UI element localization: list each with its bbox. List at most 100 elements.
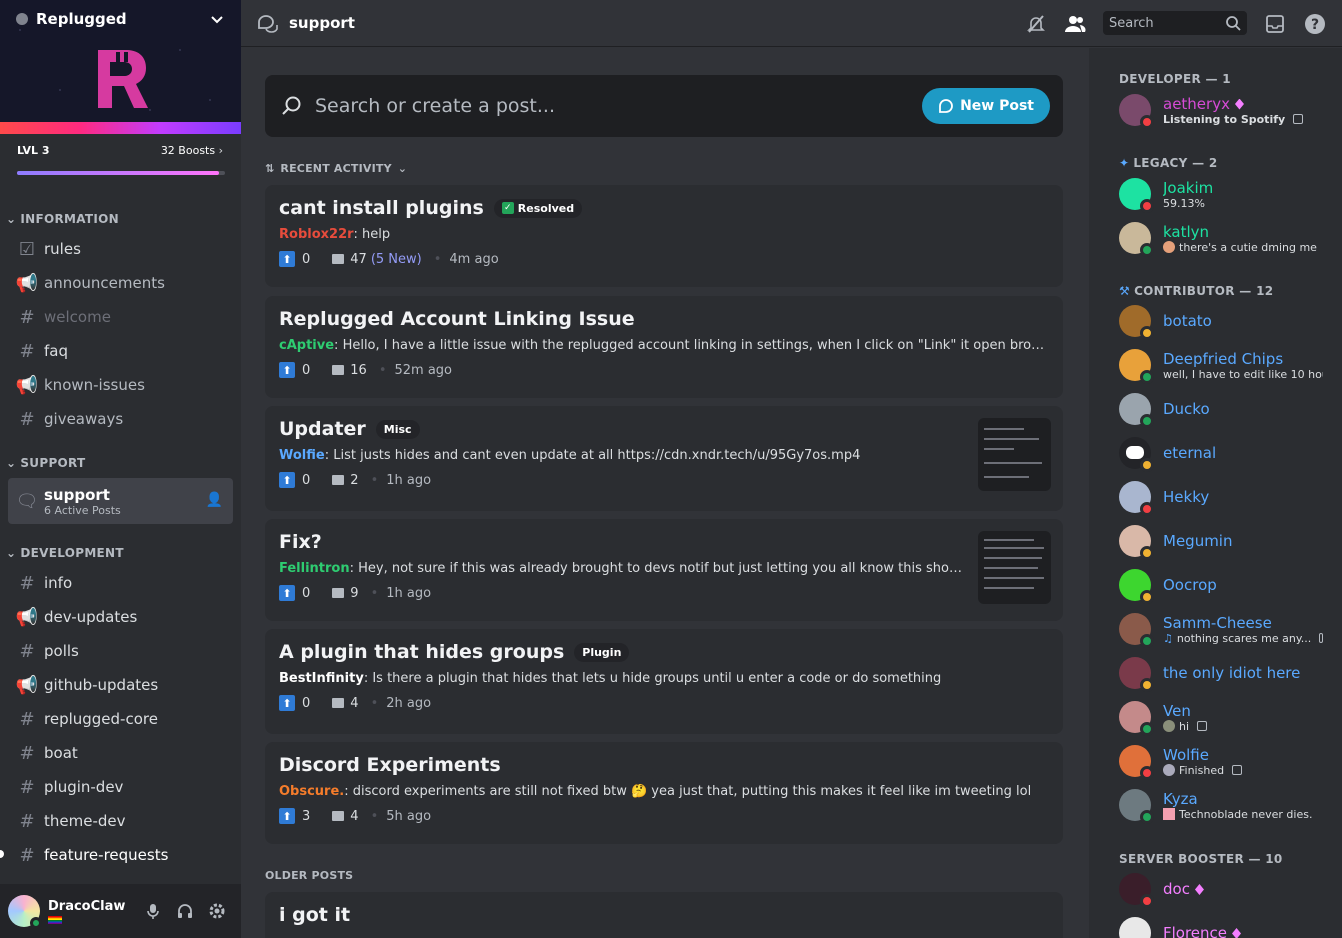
channel-plugin-dev[interactable]: # plugin-dev <box>8 771 233 803</box>
channel-welcome[interactable]: # welcome <box>8 301 233 333</box>
new-post-button[interactable]: New Post <box>922 88 1050 124</box>
member-name: eternal <box>1163 444 1217 462</box>
channel-replugged-core[interactable]: # replugged-core <box>8 703 233 735</box>
member-item[interactable]: Ven hi <box>1119 697 1329 737</box>
channel-label: plugin-dev <box>44 778 124 796</box>
member-item[interactable]: aetheryx Listening to Spotify <box>1119 90 1329 130</box>
boost-count: 32 Boosts <box>160 144 216 157</box>
upvote-icon[interactable]: ⬆ <box>279 251 295 267</box>
status-dnd-icon <box>1140 766 1154 780</box>
category-support[interactable]: ⌄ SUPPORT <box>6 456 86 470</box>
channel-dev-updates[interactable]: 📢 dev-updates <box>8 601 233 633</box>
emoji-icon <box>1163 808 1175 820</box>
forum-post[interactable]: Updater Misc Wolfie: List justs hides an… <box>265 406 1063 511</box>
help-icon[interactable]: ? <box>1303 12 1327 36</box>
post-author[interactable]: BestInfinity <box>279 671 364 686</box>
forum-post[interactable]: Fix? Fellintron: Hey, not sure if this w… <box>265 519 1063 621</box>
category-information[interactable]: ⌄ INFORMATION <box>6 212 119 226</box>
activity-icon <box>1319 633 1323 643</box>
avatar <box>1119 873 1154 908</box>
group-label: LEGACY — 2 <box>1133 156 1218 170</box>
forum-post[interactable]: cant install plugins ✓ Resolved Roblox22r… <box>265 185 1063 287</box>
forum-icon: 🗨 <box>15 490 39 512</box>
upvote-icon[interactable]: ⬆ <box>279 472 295 488</box>
member-status: nothing scares me any... <box>1176 631 1312 645</box>
megaphone-icon: 📢 <box>15 374 39 396</box>
post-author[interactable]: Fellintron <box>279 561 350 576</box>
channel-faq[interactable]: # faq <box>8 335 233 367</box>
upvote-count: 0 <box>302 585 311 601</box>
channel-rules[interactable]: ☑ rules <box>8 233 233 265</box>
comment-count: 2 <box>350 472 359 488</box>
inbox-icon[interactable] <box>1263 12 1287 36</box>
search-post-placeholder: Search or create a post... <box>315 95 555 117</box>
upvote-icon[interactable]: ⬆ <box>279 585 295 601</box>
user-avatar[interactable] <box>8 895 42 929</box>
member-item[interactable]: eternal <box>1119 433 1329 473</box>
post-author[interactable]: cAptive <box>279 338 334 353</box>
upvote-icon[interactable]: ⬆ <box>279 695 295 711</box>
member-item[interactable]: botato <box>1119 301 1329 341</box>
forum-post[interactable]: i got it <box>265 892 1063 938</box>
server-level: LVL 3 <box>17 144 50 157</box>
member-item[interactable]: katlyn there's a cutie dming me <box>1119 218 1329 258</box>
channel-label: replugged-core <box>44 710 158 728</box>
older-posts-label: OLDER POSTS <box>265 869 353 882</box>
member-item[interactable]: Samm-Cheese ♫ nothing scares me any... <box>1119 609 1329 649</box>
post-author[interactable]: Roblox22r <box>279 227 354 242</box>
comment-count: 4 <box>350 695 359 711</box>
member-status: well, I have to edit like 10 hour... <box>1163 367 1323 381</box>
channel-support[interactable]: 🗨 support 6 Active Posts 👤 <box>8 478 233 524</box>
channel-feature-requests[interactable]: # feature-requests <box>8 839 233 871</box>
search-icon <box>282 96 301 115</box>
member-item[interactable]: Florence <box>1119 913 1329 938</box>
status-idle-icon <box>1140 326 1154 340</box>
member-item[interactable]: Wolfie Finished <box>1119 741 1329 781</box>
channel-giveaways[interactable]: # giveaways <box>8 403 233 435</box>
forum-post[interactable]: Replugged Account Linking Issue cAptive:… <box>265 296 1063 398</box>
channel-info[interactable]: # info <box>8 567 233 599</box>
category-development[interactable]: ⌄ DEVELOPMENT <box>6 546 124 560</box>
scrollbar-track[interactable] <box>1089 48 1103 938</box>
channel-announcements[interactable]: 📢 announcements <box>8 267 233 299</box>
post-author[interactable]: Obscure. <box>279 784 344 799</box>
post-thumbnail[interactable] <box>978 418 1051 491</box>
member-item[interactable]: doc <box>1119 869 1329 909</box>
member-list-icon[interactable] <box>1063 12 1087 36</box>
channel-theme-dev[interactable]: # theme-dev <box>8 805 233 837</box>
user-info[interactable]: DracoClaw <box>48 899 137 924</box>
forum-post[interactable]: A plugin that hides groups Plugin BestIn… <box>265 629 1063 734</box>
gear-icon[interactable] <box>201 895 233 927</box>
upvote-icon[interactable]: ⬆ <box>279 362 295 378</box>
post-thumbnail[interactable] <box>978 531 1051 604</box>
notifications-muted-icon[interactable] <box>1024 12 1048 36</box>
channel-known-issues[interactable]: 📢 known-issues <box>8 369 233 401</box>
sort-recent-activity[interactable]: ⇅ RECENT ACTIVITY ⌄ <box>265 162 407 175</box>
member-item[interactable]: Deepfried Chips well, I have to edit lik… <box>1119 345 1329 385</box>
avatar <box>1119 305 1154 340</box>
member-item[interactable]: Megumin <box>1119 521 1329 561</box>
boost-level-row[interactable]: LVL 3 32 Boosts › <box>17 144 223 157</box>
member-item[interactable]: Kyza Technoblade never dies. <box>1119 785 1329 825</box>
channel-github-updates[interactable]: 📢 github-updates <box>8 669 233 701</box>
member-item[interactable]: the only idiot here <box>1119 653 1329 693</box>
forum-post[interactable]: Discord Experiments Obscure.: discord ex… <box>265 742 1063 844</box>
channel-polls[interactable]: # polls <box>8 635 233 667</box>
member-item[interactable]: Ducko <box>1119 389 1329 429</box>
server-header[interactable]: Replugged <box>16 10 225 28</box>
member-item[interactable]: Joakim 59.13% <box>1119 174 1329 214</box>
member-item[interactable]: Hekky <box>1119 477 1329 517</box>
forum-icon <box>257 13 279 33</box>
microphone-icon[interactable] <box>137 895 169 927</box>
search-or-create-post[interactable]: Search or create a post... New Post <box>265 75 1063 137</box>
member-status: hi <box>1179 719 1190 733</box>
post-author[interactable]: Wolfie <box>279 448 325 463</box>
search-input[interactable]: Search <box>1103 11 1247 35</box>
channel-boat[interactable]: # boat <box>8 737 233 769</box>
channel-label: faq <box>44 342 68 360</box>
user-panel: DracoClaw <box>0 884 241 938</box>
add-member-icon[interactable]: 👤 <box>206 492 223 508</box>
member-item[interactable]: Oocrop <box>1119 565 1329 605</box>
upvote-icon[interactable]: ⬆ <box>279 808 295 824</box>
headphones-icon[interactable] <box>169 895 201 927</box>
